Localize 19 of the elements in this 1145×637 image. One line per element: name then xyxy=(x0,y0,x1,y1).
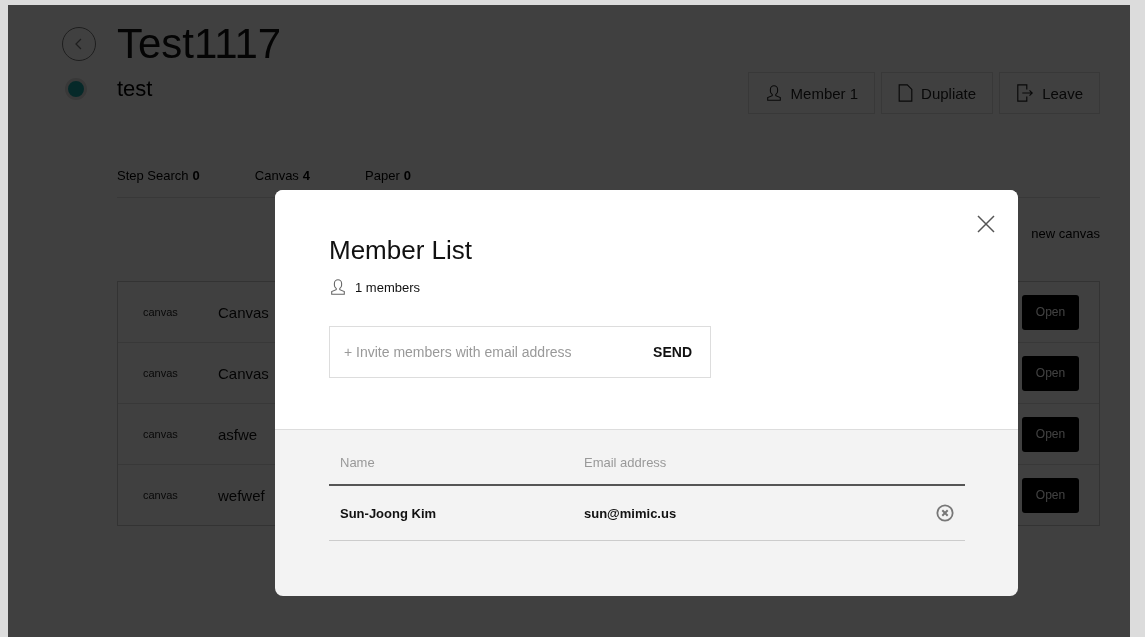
stat-label: Paper 0 xyxy=(365,168,412,183)
canvas-name: asfwe xyxy=(218,425,258,443)
dialog-title: Member List xyxy=(329,235,474,266)
page-title: Test1117 xyxy=(117,20,282,68)
member-email: sun@mimic.us xyxy=(573,485,864,541)
person-icon xyxy=(329,278,347,296)
column-header: Email address xyxy=(573,455,864,485)
member-name: Sun-Joong Kim xyxy=(329,485,573,541)
invite-field[interactable]: + Invite members with email address SEND xyxy=(329,326,711,378)
remove-icon[interactable] xyxy=(936,504,954,522)
send-button[interactable]: SEND xyxy=(653,344,692,360)
member-count: 1 members xyxy=(355,279,421,295)
column-header: Name xyxy=(329,455,573,485)
stat-label: Step Search 0 xyxy=(117,168,200,183)
canvas-name: wefwef xyxy=(218,486,265,504)
canvas-name: Canvas xyxy=(218,303,269,321)
canvas-name: Canvas xyxy=(218,364,269,382)
stat-label: Canvas 4 xyxy=(254,168,311,183)
page-subtitle: test xyxy=(117,76,154,102)
